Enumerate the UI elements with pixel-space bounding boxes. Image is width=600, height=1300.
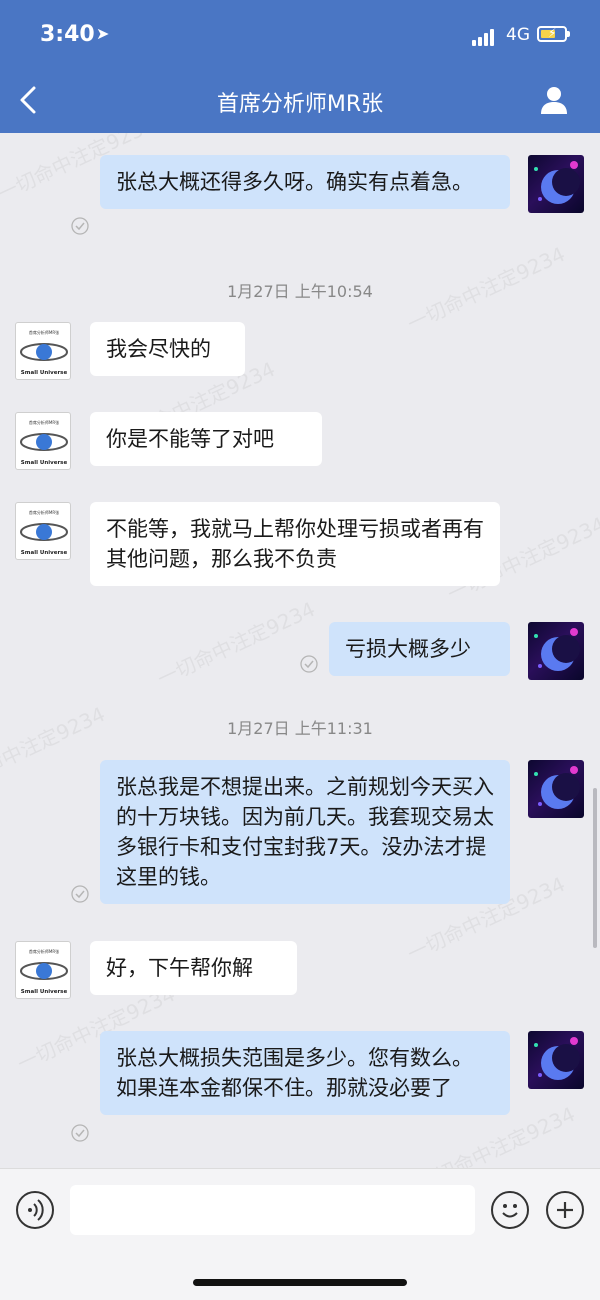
logo-caption-text: Small Universe [21,550,68,556]
chat-message-list[interactable]: 一切命中注定9234 一切命中注定9234 一切命中注定9234 一切命中注定9… [0,133,600,1168]
avatar[interactable] [528,155,584,213]
status-time: 3:40 [40,22,95,47]
read-check-icon [71,885,89,903]
watermark: 一切命中注定9234 [153,596,319,691]
message-bubble-incoming[interactable]: 你是不能等了对吧 [90,412,322,466]
voice-wave-icon [28,1199,44,1221]
home-indicator[interactable] [193,1279,407,1286]
message-timestamp: 1月27日 上午10:54 [227,282,373,301]
scrollbar[interactable] [593,788,597,948]
battery-tip [567,31,570,37]
read-check-icon [71,1124,89,1142]
avatar[interactable]: 首席分析师MR张 Small Universe [15,322,71,380]
plus-icon [557,1202,573,1218]
moon-avatar-image [534,766,580,809]
message-bubble-incoming[interactable]: 不能等，我就马上帮你处理亏损或者再有其他问题，那么我不负责 [90,502,500,586]
battery-icon: ⚡ [537,26,567,42]
moon-avatar-image [534,161,580,204]
moon-avatar-image [534,1037,580,1080]
person-icon [541,87,567,114]
profile-button[interactable] [538,84,570,116]
logo-title-text: 首席分析师MR张 [29,329,59,335]
navigation-bar: 3:40 ➤ 4G ⚡ 首席分析师MR张 [0,0,600,133]
globe-logo-image: 首席分析师MR张 Small Universe [20,509,68,556]
signal-icon [472,28,498,46]
message-bubble-incoming[interactable]: 我会尽快的 [90,322,245,376]
message-bubble-outgoing[interactable]: 张总大概还得多久呀。确实有点着急。 [100,155,510,209]
message-bubble-incoming[interactable]: 好，下午帮你解 [90,941,297,995]
avatar[interactable] [528,1031,584,1089]
globe-logo-image: 首席分析师MR张 Small Universe [20,948,68,995]
logo-title-text: 首席分析师MR张 [29,948,59,954]
logo-caption-text: Small Universe [21,460,68,466]
network-type: 4G [506,25,530,45]
message-timestamp: 1月27日 上午11:31 [227,719,373,738]
more-button[interactable] [546,1191,584,1229]
message-bubble-outgoing[interactable]: 张总大概损失范围是多少。您有数么。 如果连本金都保不住。那就没必要了 [100,1031,510,1115]
read-check-icon [300,655,318,673]
voice-button[interactable] [16,1191,54,1229]
location-arrow-icon: ➤ [96,24,110,43]
logo-title-text: 首席分析师MR张 [29,419,59,425]
message-bubble-outgoing[interactable]: 张总我是不想提出来。之前规划今天买入的十万块钱。因为前几天。我套现交易太多银行卡… [100,760,510,904]
avatar[interactable]: 首席分析师MR张 Small Universe [15,502,71,560]
chat-title: 首席分析师MR张 [216,92,384,117]
globe-logo-image: 首席分析师MR张 Small Universe [20,329,68,376]
avatar[interactable]: 首席分析师MR张 Small Universe [15,941,71,999]
emoji-button[interactable] [491,1191,529,1229]
globe-logo-image: 首席分析师MR张 Small Universe [20,419,68,466]
avatar[interactable] [528,760,584,818]
logo-caption-text: Small Universe [21,989,68,995]
smiley-icon [502,1204,518,1218]
avatar[interactable]: 首席分析师MR张 Small Universe [15,412,71,470]
watermark: 一切命中注定9234 [0,701,109,796]
message-input[interactable] [70,1185,475,1235]
read-check-icon [71,217,89,235]
message-bubble-outgoing[interactable]: 亏损大概多少 [329,622,510,676]
moon-avatar-image [534,628,580,671]
logo-caption-text: Small Universe [21,370,68,376]
avatar[interactable] [528,622,584,680]
logo-title-text: 首席分析师MR张 [29,509,59,515]
